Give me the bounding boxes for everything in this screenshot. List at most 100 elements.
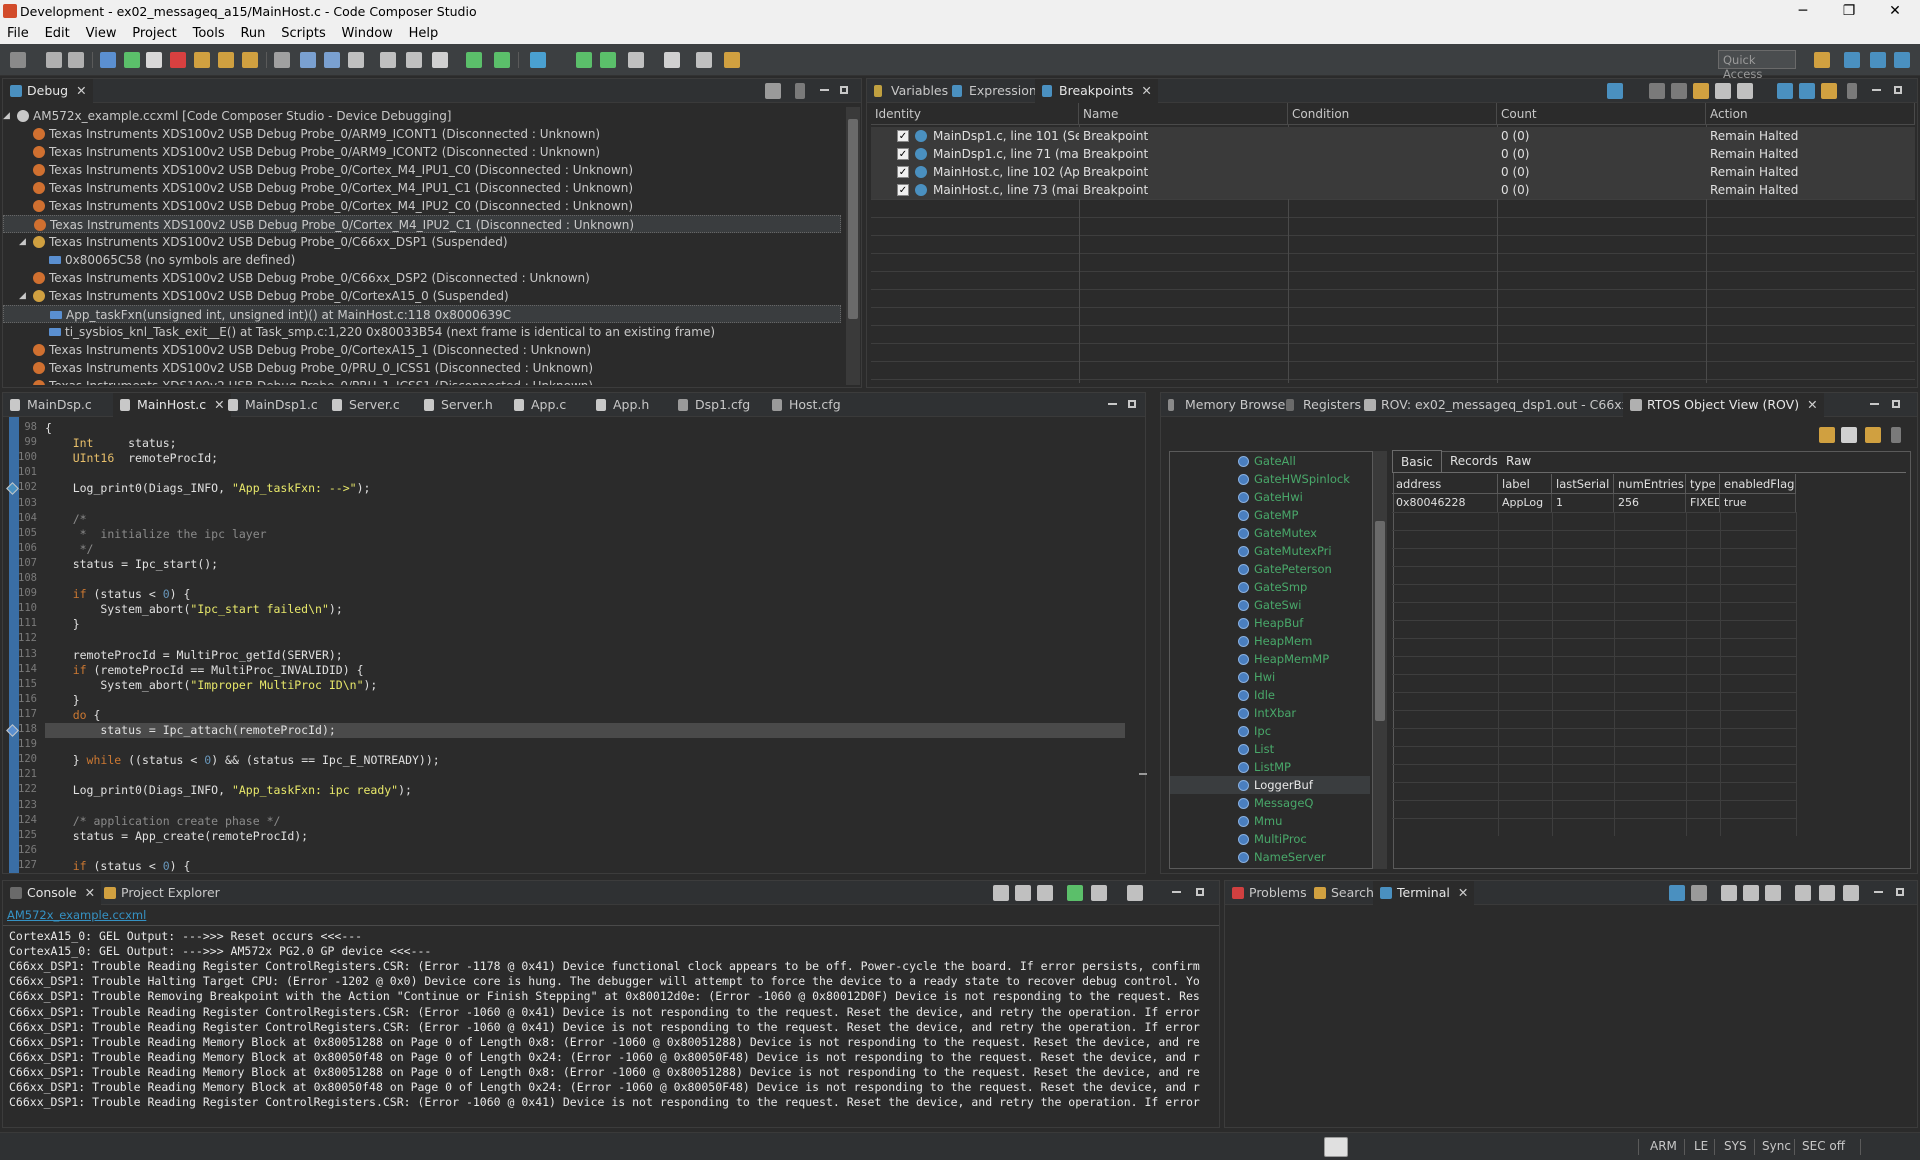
debug-perspective-icon[interactable] bbox=[1870, 52, 1886, 68]
rov-module-item[interactable]: HeapMem bbox=[1238, 632, 1312, 650]
maximize-icon[interactable] bbox=[1891, 399, 1902, 410]
view-menu-icon[interactable] bbox=[1847, 83, 1857, 99]
tab-search[interactable]: Search bbox=[1307, 881, 1380, 905]
tab-memory-browser[interactable]: Memory Browser bbox=[1161, 393, 1296, 417]
refresh-icon[interactable] bbox=[466, 52, 482, 68]
maximize-icon[interactable] bbox=[839, 85, 850, 96]
pin-console-icon[interactable] bbox=[1067, 885, 1083, 901]
rov-module-item[interactable]: HeapMemMP bbox=[1238, 650, 1329, 668]
launch-icon[interactable] bbox=[1324, 1137, 1348, 1157]
tab-debug[interactable]: Debug ✕ bbox=[3, 79, 93, 103]
editor-tab[interactable]: MainHost.c ✕ bbox=[113, 393, 231, 417]
rov-column-header[interactable]: type bbox=[1686, 474, 1720, 494]
encoding-icon[interactable] bbox=[1843, 885, 1859, 901]
cpu-perspective-icon[interactable] bbox=[1894, 52, 1910, 68]
suspend-icon[interactable] bbox=[146, 52, 162, 68]
menu-window[interactable]: Window bbox=[336, 24, 399, 44]
tab-expressions[interactable]: Expressions bbox=[945, 79, 1049, 103]
search-icon[interactable] bbox=[696, 52, 712, 68]
debug-icon[interactable] bbox=[100, 52, 116, 68]
minimize-icon[interactable] bbox=[819, 85, 830, 96]
rov-module-item[interactable]: GateMutex bbox=[1238, 524, 1317, 542]
rov-module-item[interactable]: LoggerBuf bbox=[1238, 776, 1313, 794]
tab-problems[interactable]: Problems bbox=[1225, 881, 1313, 905]
step-over-icon[interactable] bbox=[218, 52, 234, 68]
expander-icon[interactable]: ◢ bbox=[3, 107, 10, 125]
debug-tree-row[interactable]: Texas Instruments XDS100v2 USB Debug Pro… bbox=[3, 359, 841, 377]
disconnect-icon[interactable] bbox=[1691, 885, 1707, 901]
close-button[interactable]: ✕ bbox=[1872, 0, 1918, 24]
terminate-icon[interactable] bbox=[170, 52, 186, 68]
menu-project[interactable]: Project bbox=[126, 24, 182, 44]
menu-view[interactable]: View bbox=[80, 24, 123, 44]
tab-terminal[interactable]: Terminal ✕ bbox=[1373, 881, 1475, 905]
tab-breakpoints[interactable]: Breakpoints ✕ bbox=[1035, 79, 1158, 103]
rov-module-item[interactable]: NameServer bbox=[1238, 848, 1326, 866]
code-line[interactable]: } bbox=[45, 693, 80, 708]
grid-icon[interactable] bbox=[1841, 427, 1857, 443]
minimize-icon[interactable] bbox=[1171, 887, 1182, 898]
save-icon[interactable] bbox=[46, 52, 62, 68]
column-header[interactable]: Condition bbox=[1288, 103, 1497, 125]
rov-module-item[interactable]: HeapBuf bbox=[1238, 614, 1303, 632]
copy-icon[interactable] bbox=[1721, 885, 1737, 901]
target-icon[interactable] bbox=[530, 52, 546, 68]
rov-module-item[interactable]: IntXbar bbox=[1238, 704, 1296, 722]
edit-perspective-icon[interactable] bbox=[1844, 52, 1860, 68]
code-line[interactable]: if (status < 0) { bbox=[45, 587, 191, 602]
remove-terminated-icon[interactable] bbox=[765, 83, 781, 99]
new-console-icon[interactable] bbox=[1127, 885, 1143, 901]
link-icon[interactable] bbox=[1693, 83, 1709, 99]
import-icon[interactable] bbox=[1821, 83, 1837, 99]
code-line[interactable]: { bbox=[45, 421, 52, 436]
code-line[interactable]: Log_print0(Diags_INFO, "App_taskFxn: ipc… bbox=[45, 783, 412, 798]
back-icon[interactable] bbox=[576, 52, 592, 68]
menu-edit[interactable]: Edit bbox=[39, 24, 76, 44]
settings-icon[interactable] bbox=[1819, 885, 1835, 901]
quick-access-input[interactable]: Quick Access bbox=[1718, 50, 1796, 81]
code-line[interactable]: Log_print0(Diags_INFO, "App_taskFxn: -->… bbox=[45, 481, 371, 496]
close-icon[interactable]: ✕ bbox=[1807, 397, 1817, 412]
debug-tree-row[interactable]: 0x80065C58 (no symbols are defined) bbox=[3, 251, 841, 269]
reset-icon[interactable] bbox=[348, 52, 364, 68]
display-console-icon[interactable] bbox=[1091, 885, 1107, 901]
rov-column-header[interactable]: address bbox=[1392, 474, 1498, 494]
restart-icon[interactable] bbox=[380, 52, 396, 68]
console-output[interactable]: CortexA15_0: GEL Output: --->>> Reset oc… bbox=[3, 929, 1219, 1127]
view-menu-icon[interactable] bbox=[795, 83, 805, 99]
rov-subtab-raw[interactable]: Raw bbox=[1498, 450, 1539, 472]
code-line[interactable]: do { bbox=[45, 708, 101, 723]
open-terminal-icon[interactable] bbox=[1669, 885, 1685, 901]
code-line[interactable]: /* application create phase */ bbox=[45, 814, 281, 829]
hammer-icon[interactable] bbox=[628, 52, 644, 68]
debug-tree-row[interactable]: ti_sysbios_knl_Task_exit__E() at Task_sm… bbox=[3, 323, 841, 341]
save-all-icon[interactable] bbox=[68, 52, 84, 68]
scroll-lock-icon[interactable] bbox=[1037, 885, 1053, 901]
rov-module-item[interactable]: GateHwi bbox=[1238, 488, 1303, 506]
rov-column-header[interactable]: enabledFlag bbox=[1720, 474, 1796, 494]
menu-file[interactable]: File bbox=[0, 24, 35, 44]
terminal-icon[interactable] bbox=[664, 52, 680, 68]
code-line[interactable]: } while ((status < 0) && (status == Ipc_… bbox=[45, 753, 440, 768]
rov-module-item[interactable]: GateAll bbox=[1238, 452, 1296, 470]
remove-breakpoint-icon[interactable] bbox=[1649, 83, 1665, 99]
column-header[interactable]: Identity bbox=[871, 103, 1079, 125]
close-icon[interactable]: ✕ bbox=[1141, 83, 1151, 98]
debug-tree-row[interactable]: Texas Instruments XDS100v2 USB Debug Pro… bbox=[3, 269, 841, 287]
view-menu-icon[interactable] bbox=[1891, 427, 1901, 443]
maximize-icon[interactable] bbox=[1895, 887, 1906, 898]
column-header[interactable]: Count bbox=[1497, 103, 1706, 125]
memory-icon[interactable] bbox=[274, 52, 290, 68]
code-line[interactable]: remoteProcId = MultiProc_getId(SERVER); bbox=[45, 648, 343, 663]
rov-module-item[interactable]: MessageQ bbox=[1238, 794, 1313, 812]
minimize-button[interactable]: ─ bbox=[1780, 0, 1826, 24]
rov-module-item[interactable]: GateSmp bbox=[1238, 578, 1307, 596]
expander-icon[interactable]: ◢ bbox=[19, 233, 26, 251]
editor-tab[interactable]: App.h bbox=[589, 393, 655, 417]
breakpoint-checkbox[interactable]: ✓ bbox=[897, 130, 909, 142]
rov-module-item[interactable]: GatePeterson bbox=[1238, 560, 1332, 578]
paste-icon[interactable] bbox=[1743, 885, 1759, 901]
editor-tab[interactable]: Host.cfg bbox=[765, 393, 847, 417]
rov-subtab-basic[interactable]: Basic bbox=[1392, 450, 1442, 472]
rov-module-item[interactable]: GateHWSpinlock bbox=[1238, 470, 1350, 488]
